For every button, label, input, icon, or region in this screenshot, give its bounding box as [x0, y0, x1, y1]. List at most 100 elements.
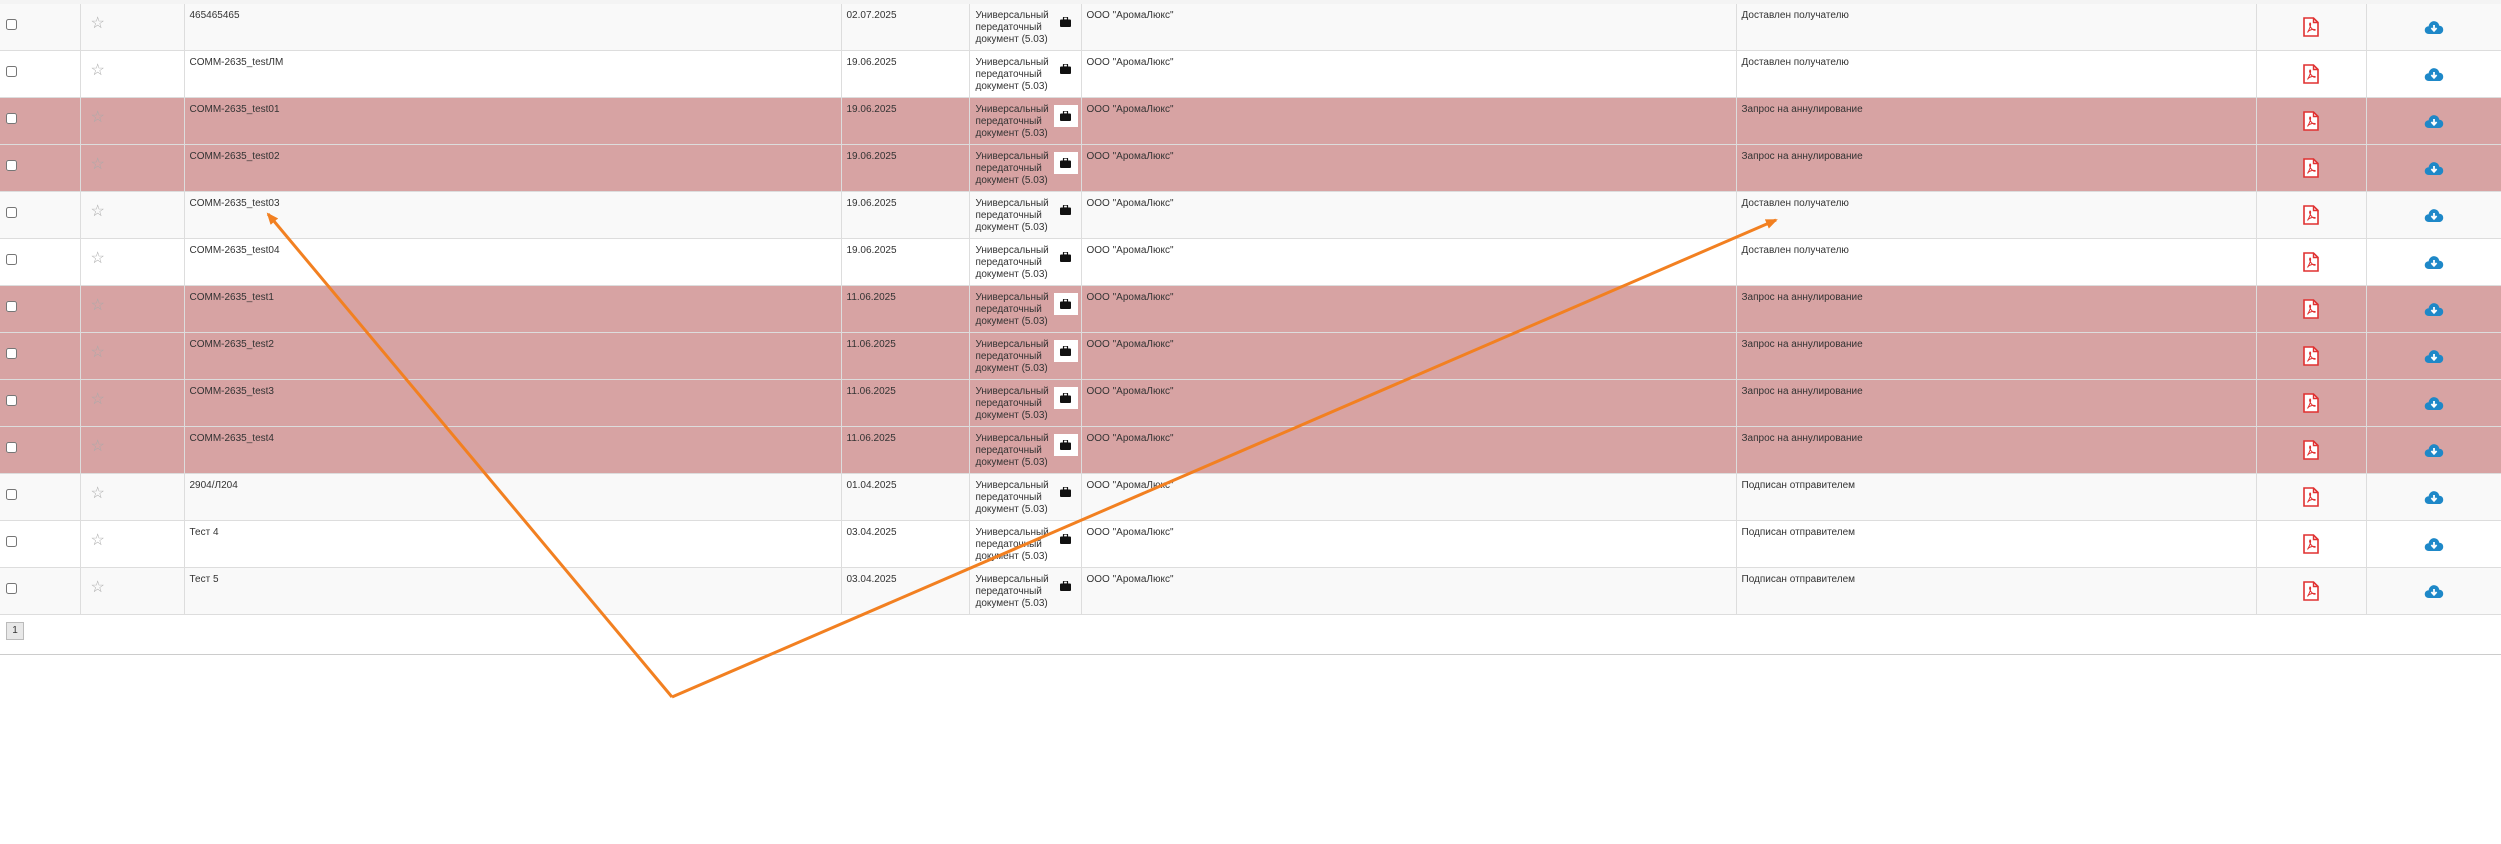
pdf-button[interactable] — [2303, 346, 2319, 370]
document-number[interactable]: COMM-2635_test02 — [185, 145, 841, 163]
download-button[interactable] — [2424, 254, 2444, 274]
type-action-button[interactable] — [1054, 199, 1078, 221]
star-outline-icon[interactable]: ☆ — [91, 16, 184, 32]
pdf-button[interactable] — [2303, 205, 2319, 229]
type-action-button[interactable] — [1054, 11, 1078, 33]
document-number[interactable]: 2904/Л204 — [185, 474, 841, 492]
document-number[interactable]: COMM-2635_test1 — [185, 286, 841, 304]
document-status: Подписан отправителем — [1741, 574, 1856, 585]
row-select-checkbox[interactable] — [6, 207, 17, 218]
pdf-button[interactable] — [2303, 299, 2319, 323]
table-row[interactable]: ☆ COMM-2635_test2 11.06.2025 Универсальный … — [0, 332, 2501, 380]
star-outline-icon[interactable]: ☆ — [91, 392, 184, 408]
star-outline-icon[interactable]: ☆ — [91, 298, 184, 314]
type-action-button[interactable] — [1053, 293, 1078, 315]
download-button[interactable] — [2424, 207, 2444, 227]
table-row[interactable]: ☆ COMM-2635_test3 11.06.2025 Универсальный … — [0, 379, 2501, 427]
document-number[interactable]: COMM-2635_test03 — [185, 192, 841, 210]
document-status: Доставлен получателю — [1741, 57, 1849, 68]
document-number[interactable]: COMM-2635_test3 — [185, 380, 841, 398]
pdf-button[interactable] — [2303, 393, 2319, 417]
row-select-checkbox[interactable] — [6, 395, 17, 406]
row-select-checkbox[interactable] — [6, 442, 17, 453]
pdf-button[interactable] — [2303, 440, 2319, 464]
document-number[interactable]: COMM-2635_test04 — [185, 239, 841, 257]
document-number[interactable]: COMM-2635_test4 — [185, 427, 841, 445]
row-select-checkbox[interactable] — [6, 113, 17, 124]
table-row[interactable]: ☆ Тест 4 03.04.2025 Универсальный передаточ… — [0, 520, 2501, 568]
download-button[interactable] — [2424, 536, 2444, 556]
type-action-button[interactable] — [1054, 575, 1078, 597]
counterparty-name: ООО "АромаЛюкс" — [1086, 386, 1174, 397]
document-number[interactable]: 465465465 — [185, 4, 841, 22]
pdf-button[interactable] — [2303, 111, 2319, 135]
download-button[interactable] — [2424, 66, 2444, 86]
document-number[interactable]: Тест 5 — [185, 568, 841, 586]
row-select-checkbox[interactable] — [6, 536, 17, 547]
star-outline-icon[interactable]: ☆ — [91, 157, 184, 173]
row-select-checkbox[interactable] — [6, 19, 17, 30]
pdf-file-icon — [2303, 158, 2319, 178]
pdf-button[interactable] — [2303, 534, 2319, 558]
document-number[interactable]: Тест 4 — [185, 521, 841, 539]
row-select-checkbox[interactable] — [6, 66, 17, 77]
download-button[interactable] — [2424, 19, 2444, 39]
table-row[interactable]: ☆ 465465465 02.07.2025 Универсальный переда… — [0, 4, 2501, 51]
star-outline-icon[interactable]: ☆ — [91, 251, 184, 267]
download-button[interactable] — [2424, 348, 2444, 368]
download-button[interactable] — [2424, 160, 2444, 180]
pdf-button[interactable] — [2303, 17, 2319, 41]
pdf-button[interactable] — [2303, 158, 2319, 182]
star-outline-icon[interactable]: ☆ — [91, 486, 184, 502]
download-button[interactable] — [2424, 489, 2444, 509]
pdf-button[interactable] — [2303, 252, 2319, 276]
download-button[interactable] — [2424, 301, 2444, 321]
table-row[interactable]: ☆ COMM-2635_test1 11.06.2025 Универсальный … — [0, 285, 2501, 333]
table-row[interactable]: ☆ COMM-2635_testЛМ 19.06.2025 Универсальный… — [0, 50, 2501, 98]
cloud-download-icon — [2424, 68, 2443, 81]
type-action-button[interactable] — [1054, 58, 1078, 80]
document-number[interactable]: COMM-2635_test01 — [185, 98, 841, 116]
pdf-button[interactable] — [2303, 581, 2319, 605]
table-row[interactable]: ☆ COMM-2635_test03 19.06.2025 Универсальный… — [0, 191, 2501, 239]
row-select-checkbox[interactable] — [6, 348, 17, 359]
type-action-button[interactable] — [1053, 152, 1078, 174]
row-select-checkbox[interactable] — [6, 160, 17, 171]
type-action-button[interactable] — [1053, 340, 1078, 362]
star-outline-icon[interactable]: ☆ — [91, 63, 184, 79]
type-action-button[interactable] — [1054, 528, 1078, 550]
download-button[interactable] — [2424, 442, 2444, 462]
row-select-checkbox[interactable] — [6, 254, 17, 265]
row-select-checkbox[interactable] — [6, 301, 17, 312]
type-action-button[interactable] — [1053, 387, 1078, 409]
type-action-button[interactable] — [1054, 481, 1078, 503]
row-select-checkbox[interactable] — [6, 489, 17, 500]
table-row[interactable]: ☆ COMM-2635_test02 19.06.2025 Универсальный… — [0, 144, 2501, 192]
table-row[interactable]: ☆ 2904/Л204 01.04.2025 Универсальный переда… — [0, 473, 2501, 521]
table-row[interactable]: ☆ Тест 5 03.04.2025 Универсальный передаточ… — [0, 567, 2501, 615]
star-outline-icon[interactable]: ☆ — [91, 580, 184, 596]
pdf-button[interactable] — [2303, 64, 2319, 88]
type-action-button[interactable] — [1053, 105, 1078, 127]
star-outline-icon[interactable]: ☆ — [91, 204, 184, 220]
row-select-checkbox[interactable] — [6, 583, 17, 594]
table-row[interactable]: ☆ COMM-2635_test04 19.06.2025 Универсальный… — [0, 238, 2501, 286]
star-outline-icon[interactable]: ☆ — [91, 345, 184, 361]
document-number[interactable]: COMM-2635_testЛМ — [185, 51, 841, 69]
star-outline-icon[interactable]: ☆ — [91, 110, 184, 126]
document-number[interactable]: COMM-2635_test2 — [185, 333, 841, 351]
type-action-button[interactable] — [1053, 434, 1078, 456]
star-outline-icon[interactable]: ☆ — [91, 533, 184, 549]
table-row[interactable]: ☆ COMM-2635_test01 19.06.2025 Универсальный… — [0, 97, 2501, 145]
table-row[interactable]: ☆ COMM-2635_test4 11.06.2025 Универсальный … — [0, 426, 2501, 474]
page-1-button[interactable]: 1 — [6, 622, 24, 640]
counterparty-name: ООО "АромаЛюкс" — [1086, 245, 1174, 256]
star-outline-icon[interactable]: ☆ — [91, 439, 184, 455]
download-button[interactable] — [2424, 395, 2444, 415]
pdf-file-icon — [2303, 534, 2319, 554]
pdf-file-icon — [2303, 205, 2319, 225]
download-button[interactable] — [2424, 113, 2444, 133]
pdf-button[interactable] — [2303, 487, 2319, 511]
type-action-button[interactable] — [1054, 246, 1078, 268]
download-button[interactable] — [2424, 583, 2444, 603]
